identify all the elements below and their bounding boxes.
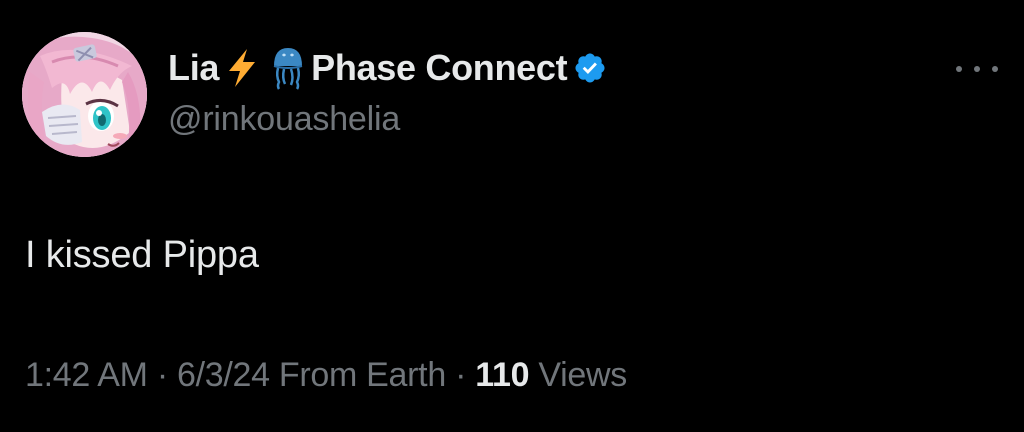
meta-separator: ·: [156, 356, 168, 394]
tweet-time[interactable]: 1:42 AM: [25, 356, 148, 394]
tweet-header: Lia Phase Connect @rinkouashelia: [168, 42, 888, 139]
display-name-affiliation[interactable]: Phase Connect: [311, 47, 567, 89]
more-options-button[interactable]: [956, 62, 998, 76]
lightning-icon: [225, 48, 259, 88]
tweet-source: From Earth: [278, 356, 446, 394]
tweet-date[interactable]: 6/3/24: [177, 356, 270, 394]
username-handle[interactable]: @rinkouashelia: [168, 100, 888, 139]
views-label[interactable]: Views: [538, 356, 627, 394]
avatar-image: [22, 32, 147, 157]
jellyfish-icon: [271, 46, 305, 90]
more-dot-icon: [992, 66, 998, 72]
display-name-row[interactable]: Lia Phase Connect: [168, 42, 888, 94]
display-name[interactable]: Lia: [168, 47, 219, 89]
verified-badge-icon[interactable]: [573, 51, 607, 85]
tweet-meta: 1:42 AM · 6/3/24 From Earth · 110 Views: [25, 356, 627, 395]
tweet-text: I kissed Pippa: [25, 234, 259, 276]
more-dot-icon: [956, 66, 962, 72]
avatar[interactable]: [22, 32, 147, 157]
more-dot-icon: [974, 66, 980, 72]
meta-separator: ·: [455, 356, 467, 394]
tweet-card: Lia Phase Connect @rinkouashelia I kisse…: [0, 0, 1024, 432]
views-count[interactable]: 110: [475, 356, 529, 394]
